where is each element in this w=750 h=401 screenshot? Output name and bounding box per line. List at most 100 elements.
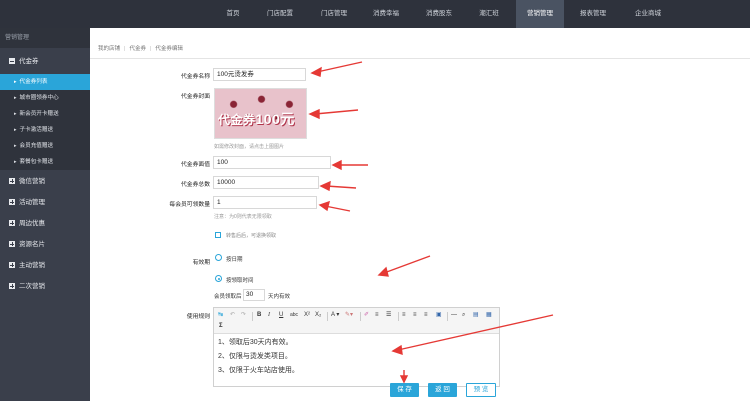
align-right-icon[interactable]: ≡ [424, 311, 428, 320]
sidebar-group-label: 周边优惠 [19, 220, 45, 227]
cover-label: 代金券封面 [181, 94, 210, 100]
breadcrumb-item: 代金券编辑 [155, 46, 183, 52]
back-button[interactable]: 返 回 [428, 383, 457, 397]
sidebar-item-subcard[interactable]: ▸ 子卡激活赠送 [0, 122, 90, 138]
rule-line: 3、仅限于火车站店使用。 [218, 367, 299, 374]
validity-by-claim-radio[interactable] [215, 275, 222, 282]
nav-store-config[interactable]: 门店配置 [258, 0, 302, 28]
underline-icon[interactable]: U [279, 311, 283, 320]
horizontal-rule-icon[interactable]: — [451, 311, 457, 320]
validity-by-claim-text: 按领取时间 [226, 278, 254, 284]
sidebar-group-label: 活动管理 [19, 199, 45, 206]
preview-icon[interactable]: ▤ [473, 311, 479, 320]
triangle-right-icon: ▸ [14, 79, 17, 85]
nav-consume-shareholder[interactable]: 消费股东 [416, 0, 462, 28]
font-color-icon[interactable]: A ▾ [331, 311, 339, 320]
arrow-to-total-icon [319, 180, 357, 192]
valid-days-input[interactable]: 30 [243, 289, 265, 301]
breadcrumb-item[interactable]: 我的店铺 [98, 46, 120, 52]
breadcrumb-item[interactable]: 代金券 [129, 46, 146, 52]
expand-icon [9, 262, 15, 268]
superscript-icon[interactable]: X² [304, 311, 310, 320]
rules-editor[interactable]: ↹ ↶ ↷ B I U abc X² X₂ A ▾ ✎▾ ✐ ≡ ☰ ≡ ≡ ≡… [213, 307, 500, 387]
triangle-right-icon: ▸ [14, 95, 17, 101]
fullscreen-icon[interactable]: ▦ [486, 311, 492, 320]
share-checkbox[interactable] [215, 232, 221, 238]
voucher-name-input[interactable]: 100元烫发券 [213, 68, 306, 81]
unordered-list-icon[interactable]: ☰ [386, 311, 391, 320]
sidebar-item-new-member[interactable]: ▸ 新会员开卡赠送 [0, 106, 90, 122]
nav-mall[interactable]: 企业商城 [624, 0, 672, 28]
format-brush-icon[interactable]: ✐ [364, 311, 369, 320]
divider [90, 58, 750, 59]
cover-hint: 如需修改封面，请点击上图图片 [214, 144, 285, 150]
sidebar-header: 营销管理 [0, 28, 90, 48]
ordered-list-icon[interactable]: ≡ [375, 311, 379, 320]
sidebar-group-label: 二次营销 [19, 283, 45, 290]
nav-consume-happy[interactable]: 消费幸福 [364, 0, 408, 28]
save-button[interactable]: 保 存 [390, 383, 419, 397]
expand-icon [9, 283, 15, 289]
share-text: 转售后后，可退换领取 [226, 233, 277, 239]
voucher-value-input[interactable]: 100 [213, 156, 331, 169]
strikethrough-icon[interactable]: abc [290, 311, 298, 320]
sigma-icon[interactable]: Σ [219, 322, 223, 331]
days-suffix: 天内有效 [268, 294, 291, 300]
sidebar-group-resource[interactable]: 资源名片 [0, 235, 90, 255]
sidebar-group-activity[interactable]: 活动管理 [0, 193, 90, 213]
subscript-icon[interactable]: X₂ [315, 311, 321, 320]
validity-label: 有效期 [192, 260, 210, 266]
sidebar-group-secondary[interactable]: 二次营销 [0, 277, 90, 297]
highlight-icon[interactable]: ✎▾ [345, 311, 353, 320]
sidebar-item-package[interactable]: ▸ 套餐包卡赠送 [0, 154, 90, 170]
validity-by-date-radio[interactable] [215, 254, 222, 261]
search-icon[interactable]: ⌕ [462, 311, 465, 320]
expand-icon [9, 199, 15, 205]
sidebar-item-label: 代金券列表 [19, 79, 48, 85]
image-icon[interactable]: ▣ [436, 311, 442, 320]
redo-icon[interactable]: ↷ [241, 311, 246, 320]
source-icon[interactable]: ↹ [218, 311, 223, 320]
voucher-cover-image[interactable]: 代金券100元 [214, 88, 307, 139]
value-label: 代金券面值 [181, 162, 210, 168]
nav-chaohui[interactable]: 潮汇班 [470, 0, 508, 28]
align-center-icon[interactable]: ≡ [413, 311, 417, 320]
sidebar-group-wechat[interactable]: 微信营销 [0, 172, 90, 192]
name-label: 代金券名称 [181, 74, 210, 80]
align-left-icon[interactable]: ≡ [402, 311, 406, 320]
sidebar-item-city-center[interactable]: ▸ 城市圈领券中心 [0, 90, 90, 106]
sidebar-group-voucher[interactable]: 代金券 [0, 52, 90, 72]
preview-button[interactable]: 预 览 [466, 383, 496, 397]
nav-reports[interactable]: 报表管理 [570, 0, 616, 28]
bold-icon[interactable]: B [257, 311, 261, 320]
validity-by-date-text: 按日期 [226, 257, 243, 263]
cover-text: 代金券100元 [218, 111, 295, 127]
italic-icon[interactable]: I [268, 311, 270, 320]
voucher-total-input[interactable]: 10000 [213, 176, 319, 189]
days-prefix: 会员领取后 [214, 294, 242, 300]
triangle-right-icon: ▸ [14, 127, 17, 133]
sidebar-group-nearby[interactable]: 周边优惠 [0, 214, 90, 234]
triangle-right-icon: ▸ [14, 111, 17, 117]
editor-toolbar: ↹ ↶ ↷ B I U abc X² X₂ A ▾ ✎▾ ✐ ≡ ☰ ≡ ≡ ≡… [214, 308, 499, 334]
nav-marketing[interactable]: 营销管理 [516, 0, 564, 28]
sidebar-group-label: 资源名片 [19, 241, 45, 248]
sidebar-group-active[interactable]: 主动营销 [0, 256, 90, 276]
undo-icon[interactable]: ↶ [230, 311, 235, 320]
sidebar-item-label: 套餐包卡赠送 [19, 159, 54, 165]
sidebar-group-label: 微信营销 [19, 178, 45, 185]
sidebar-group-label: 代金券 [19, 58, 39, 65]
sidebar-item-label: 新会员开卡赠送 [19, 111, 59, 117]
limit-label: 每会员可领数量 [169, 202, 210, 208]
sidebar-item-label: 城市圈领券中心 [19, 95, 59, 101]
collapse-icon [9, 58, 15, 64]
total-label: 代金券总数 [181, 182, 210, 188]
nav-store-manage[interactable]: 门店管理 [312, 0, 356, 28]
sidebar-item-recharge[interactable]: ▸ 会员充值赠送 [0, 138, 90, 154]
triangle-right-icon: ▸ [14, 143, 17, 149]
per-member-limit-input[interactable]: 1 [213, 196, 317, 209]
arrow-to-limit-icon [318, 200, 351, 212]
sidebar-item-voucher-list[interactable]: ▸ 代金券列表 [0, 74, 90, 90]
nav-home[interactable]: 首页 [218, 0, 248, 28]
arrow-to-cover-icon [308, 108, 359, 120]
